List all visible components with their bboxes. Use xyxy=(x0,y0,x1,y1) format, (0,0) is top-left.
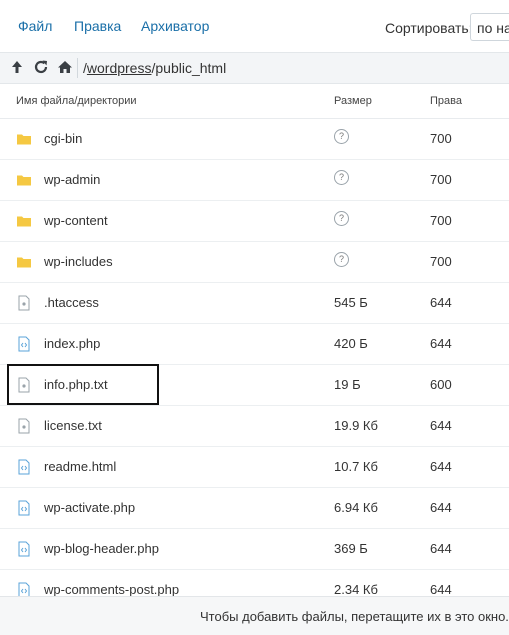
file-size: 420 Б xyxy=(334,336,368,351)
file-permissions[interactable]: 644 xyxy=(430,541,452,556)
folder-icon xyxy=(16,172,32,188)
file-name[interactable]: readme.html xyxy=(44,459,116,474)
file-row[interactable]: cgi-bin? 700 xyxy=(0,118,509,160)
file-size: 19 Б xyxy=(334,377,361,392)
file-row[interactable]: wp-content? 700 xyxy=(0,200,509,242)
file-row[interactable]: index.php 420 Б 644 xyxy=(0,323,509,365)
size-unknown-icon[interactable]: ? xyxy=(334,129,349,144)
file-row[interactable]: wp-includes? 700 xyxy=(0,241,509,283)
file-permissions[interactable]: 644 xyxy=(430,295,452,310)
column-size-header[interactable]: Размер xyxy=(334,95,372,107)
file-permissions[interactable]: 600 xyxy=(430,377,452,392)
file-permissions[interactable]: 700 xyxy=(430,213,452,228)
file-name[interactable]: info.php.txt xyxy=(44,377,108,392)
file-permissions[interactable]: 700 xyxy=(430,254,452,269)
file-name[interactable]: wp-content xyxy=(44,213,108,228)
file-name[interactable]: index.php xyxy=(44,336,100,351)
file-permissions[interactable]: 644 xyxy=(430,459,452,474)
column-name-header[interactable]: Имя файла/директории xyxy=(16,95,137,107)
code-file-icon xyxy=(16,541,32,557)
home-icon[interactable] xyxy=(56,58,74,76)
file-row[interactable]: wp-blog-header.php 369 Б 644 xyxy=(0,528,509,570)
drop-zone-footer: Чтобы добавить файлы, перетащите их в эт… xyxy=(0,596,509,635)
path-wordpress-link[interactable]: wordpress xyxy=(87,60,152,76)
file-permissions[interactable]: 700 xyxy=(430,172,452,187)
folder-icon xyxy=(16,131,32,147)
size-unknown-icon[interactable]: ? xyxy=(334,170,349,185)
sort-label: Сортировать: xyxy=(385,20,473,36)
file-name[interactable]: cgi-bin xyxy=(44,131,82,146)
folder-icon xyxy=(16,213,32,229)
menu-archiver[interactable]: Архиватор xyxy=(141,18,209,34)
file-icon xyxy=(16,377,32,393)
file-size: 6.94 Кб xyxy=(334,500,378,515)
sort-select[interactable]: по на xyxy=(470,13,509,41)
file-row[interactable]: wp-admin? 700 xyxy=(0,159,509,201)
code-file-icon xyxy=(16,336,32,352)
column-perm-header[interactable]: Права xyxy=(430,95,462,107)
file-permissions[interactable]: 644 xyxy=(430,418,452,433)
folder-icon xyxy=(16,254,32,270)
file-row[interactable]: .htaccess 545 Б 644 xyxy=(0,282,509,324)
file-row[interactable]: wp-activate.php 6.94 Кб 644 xyxy=(0,487,509,529)
file-row[interactable]: info.php.txt 19 Б 600 xyxy=(0,364,509,406)
file-name[interactable]: wp-activate.php xyxy=(44,500,135,515)
code-file-icon xyxy=(16,459,32,475)
breadcrumb: /wordpress/public_html xyxy=(83,60,226,76)
file-permissions[interactable]: 644 xyxy=(430,336,452,351)
file-icon xyxy=(16,295,32,311)
file-row[interactable]: readme.html 10.7 Кб 644 xyxy=(0,446,509,488)
file-size: 2.34 Кб xyxy=(334,582,378,597)
file-permissions[interactable]: 644 xyxy=(430,500,452,515)
file-name[interactable]: wp-admin xyxy=(44,172,100,187)
file-permissions[interactable]: 644 xyxy=(430,582,452,597)
menu-file[interactable]: Файл xyxy=(18,18,52,34)
refresh-icon[interactable] xyxy=(32,58,50,76)
file-name[interactable]: wp-includes xyxy=(44,254,113,269)
file-icon xyxy=(16,418,32,434)
path-current: /public_html xyxy=(151,60,227,76)
file-permissions[interactable]: 700 xyxy=(430,131,452,146)
menu-edit[interactable]: Правка xyxy=(74,18,121,34)
file-size: 545 Б xyxy=(334,295,368,310)
code-file-icon xyxy=(16,500,32,516)
file-row[interactable]: license.txt 19.9 Кб 644 xyxy=(0,405,509,447)
up-arrow-icon[interactable] xyxy=(8,58,26,76)
file-name[interactable]: wp-blog-header.php xyxy=(44,541,159,556)
toolbar-divider xyxy=(77,58,78,78)
menu-bar: Файл Правка Архиватор Сортировать: по на xyxy=(0,0,509,52)
size-unknown-icon[interactable]: ? xyxy=(334,252,349,267)
file-size: 10.7 Кб xyxy=(334,459,378,474)
toolbar: /wordpress/public_html xyxy=(0,52,509,84)
file-size: 369 Б xyxy=(334,541,368,556)
file-size: 19.9 Кб xyxy=(334,418,378,433)
drop-hint: Чтобы добавить файлы, перетащите их в эт… xyxy=(200,609,509,624)
file-name[interactable]: .htaccess xyxy=(44,295,99,310)
table-header: Имя файла/директории Размер Права xyxy=(0,84,509,119)
file-name[interactable]: wp-comments-post.php xyxy=(44,582,179,597)
file-name[interactable]: license.txt xyxy=(44,418,102,433)
size-unknown-icon[interactable]: ? xyxy=(334,211,349,226)
